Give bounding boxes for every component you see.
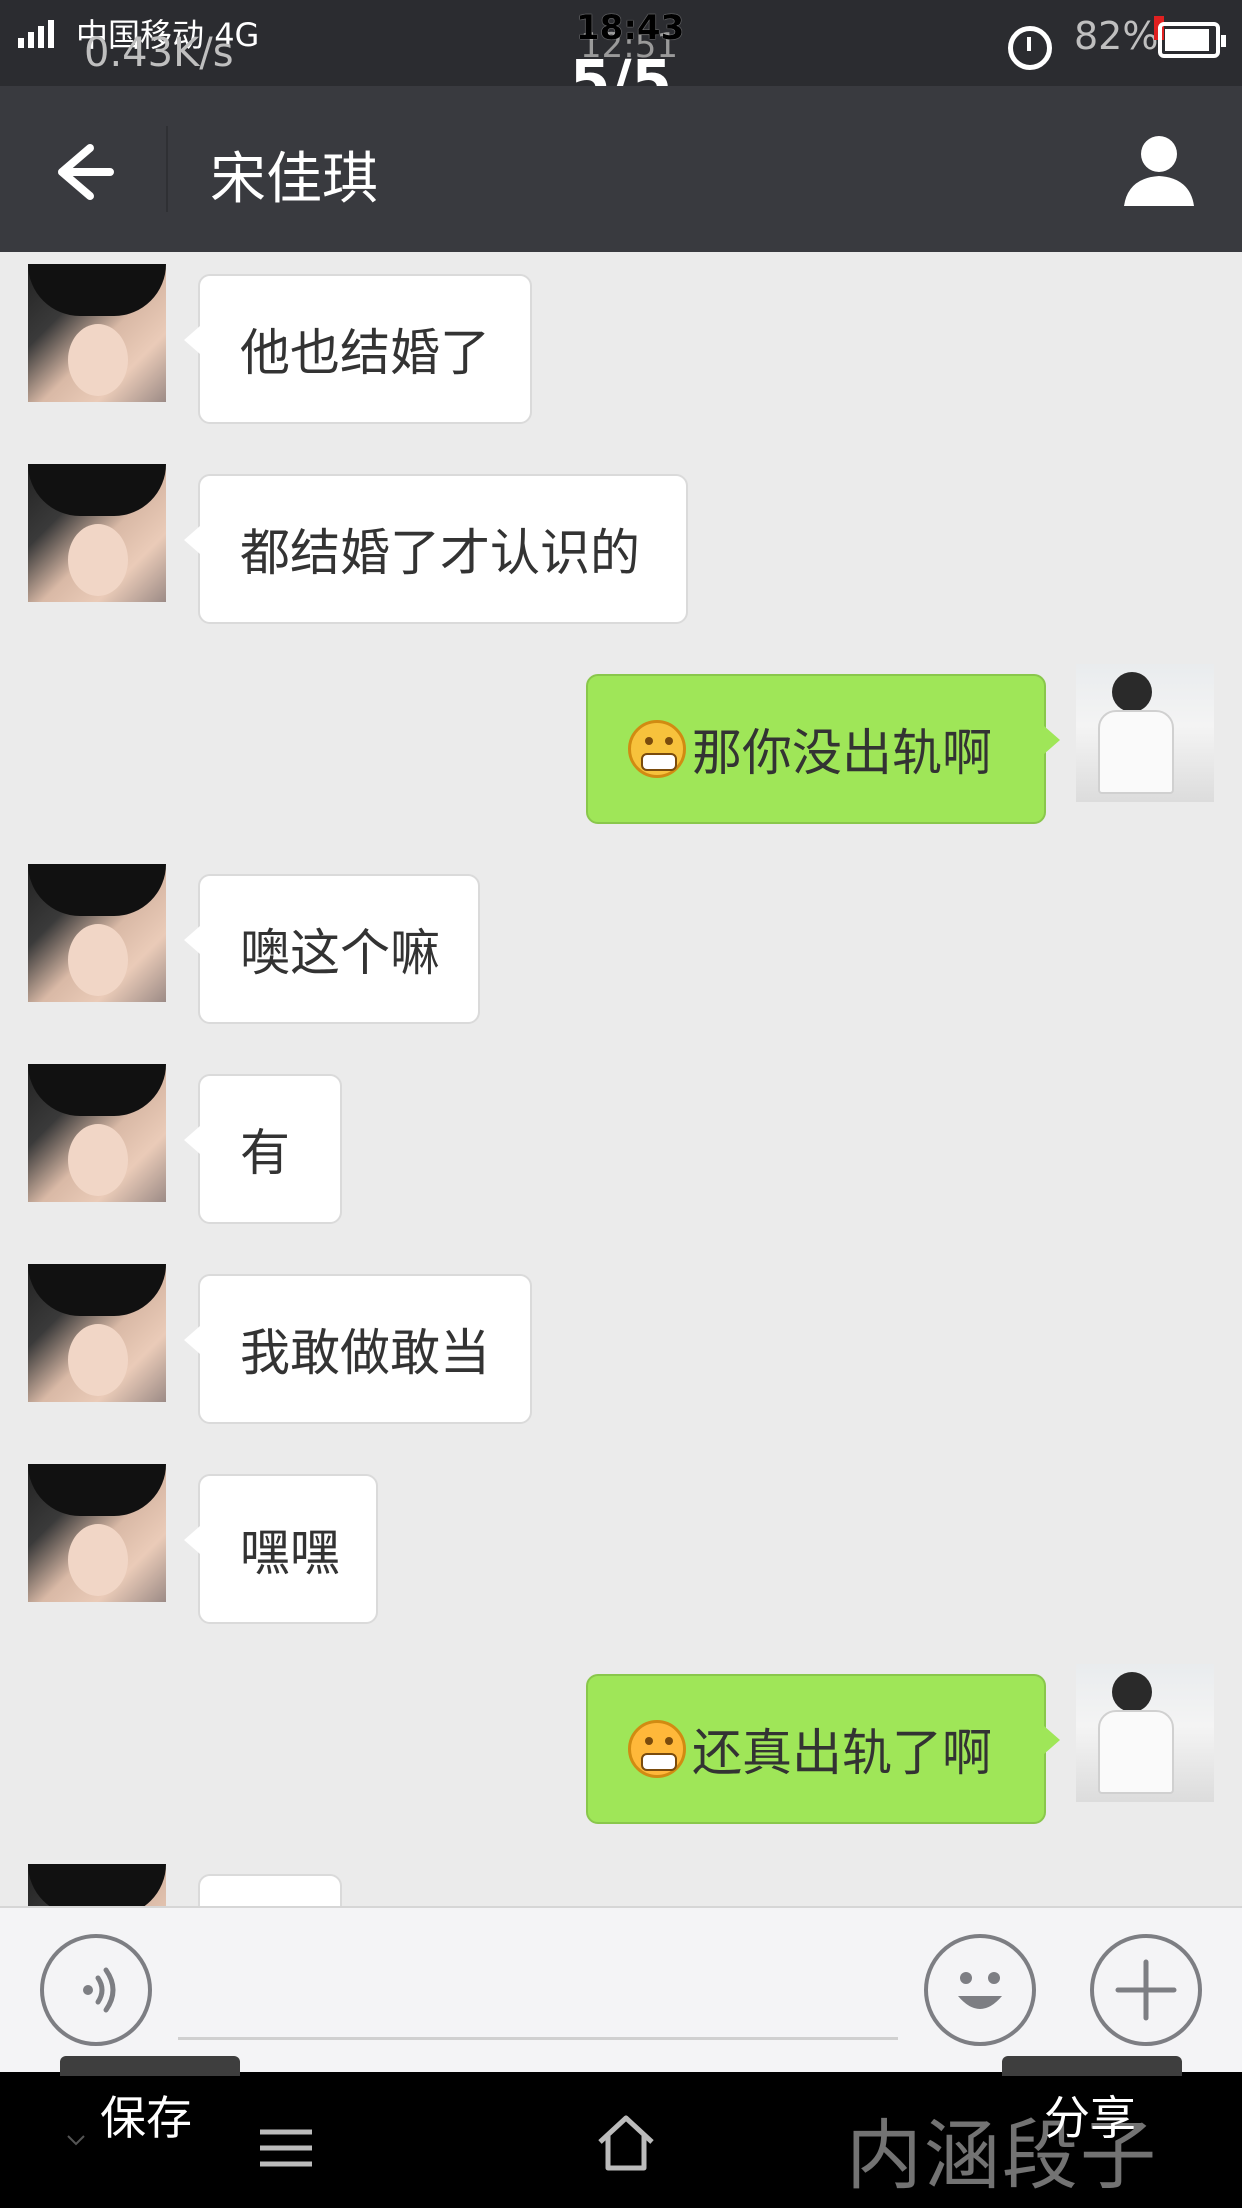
back-button[interactable]	[40, 132, 120, 212]
share-button[interactable]: 分享	[1044, 2082, 1136, 2148]
header-divider	[166, 126, 168, 212]
incoming-bubble[interactable]: 嘿嘿	[184, 1474, 378, 1624]
contact-avatar[interactable]	[28, 1864, 166, 1906]
chat-header: 宋佳琪	[0, 86, 1242, 252]
message-row: 都结婚了才认识的	[0, 464, 1242, 624]
incoming-bubble[interactable]: 有	[184, 1074, 342, 1224]
chevron-down-icon[interactable]	[64, 2128, 88, 2152]
message-row: 嘿嘿	[0, 1464, 1242, 1624]
page-title: 宋佳琪	[210, 147, 378, 212]
message-row: 有	[0, 1064, 1242, 1224]
battery-icon	[1158, 22, 1226, 58]
outgoing-bubble[interactable]: 那你没出轨啊	[586, 674, 1060, 824]
input-bar	[0, 1906, 1242, 2072]
emoji-button[interactable]	[924, 1934, 1036, 2046]
message-text: 都结婚了才认识的	[240, 524, 640, 582]
contact-avatar[interactable]	[28, 264, 166, 402]
status-bar: 中国移动 4G 0.43K/s 12:51 18:43 5/5 82%	[0, 0, 1242, 110]
share-tab	[1002, 2056, 1182, 2076]
arrow-left-icon	[58, 144, 114, 200]
person-icon	[1124, 136, 1194, 206]
contact-avatar[interactable]	[28, 1464, 166, 1602]
awkward-emoji-icon	[628, 1720, 686, 1778]
contact-avatar[interactable]	[28, 464, 166, 602]
message-text: 噢这个嘛	[240, 924, 440, 982]
home-icon[interactable]	[594, 2112, 658, 2172]
contact-avatar[interactable]	[28, 1264, 166, 1402]
more-button[interactable]	[1090, 1934, 1202, 2046]
grin-emoji-icon	[628, 720, 686, 778]
incoming-bubble[interactable]: 都结婚了才认识的	[184, 474, 688, 624]
message-row: 我敢做敢当	[0, 1264, 1242, 1424]
incoming-bubble[interactable]	[198, 1874, 342, 1906]
battery-percent: 82%	[1074, 14, 1159, 58]
outgoing-bubble[interactable]: 还真出轨了啊	[586, 1674, 1060, 1824]
message-text: 那你没出轨啊	[692, 724, 992, 782]
status-time: 18:43	[576, 8, 685, 48]
message-text: 还真出轨了啊	[692, 1724, 992, 1782]
plus-icon	[1115, 1959, 1177, 2021]
message-row: 那你没出轨啊	[0, 664, 1242, 824]
alarm-icon	[1008, 26, 1052, 70]
incoming-bubble[interactable]: 噢这个嘛	[184, 874, 480, 1024]
my-avatar[interactable]	[1076, 664, 1214, 802]
message-input[interactable]	[178, 1938, 898, 2040]
incoming-bubble[interactable]: 他也结婚了	[184, 274, 532, 424]
contact-avatar[interactable]	[28, 864, 166, 1002]
menu-icon[interactable]	[256, 2126, 316, 2170]
save-tab	[60, 2056, 240, 2076]
message-text: 有	[240, 1124, 290, 1182]
message-text: 他也结婚了	[240, 324, 490, 382]
smiley-icon	[958, 1972, 1002, 2009]
chat-area[interactable]: 他也结婚了 都结婚了才认识的 那你没出轨啊 噢这个嘛 有 我敢做敢当 嘿嘿 还真…	[0, 252, 1242, 1906]
profile-button[interactable]	[1114, 126, 1204, 216]
incoming-bubble[interactable]: 我敢做敢当	[184, 1274, 532, 1424]
signal-icon	[18, 18, 54, 48]
message-row: 还真出轨了啊	[0, 1664, 1242, 1824]
my-avatar[interactable]	[1076, 1664, 1214, 1802]
voice-button[interactable]	[40, 1934, 152, 2046]
contact-avatar[interactable]	[28, 1064, 166, 1202]
voice-icon	[83, 1967, 116, 2013]
message-row: 噢这个嘛	[0, 864, 1242, 1024]
message-row	[0, 1864, 1242, 1906]
viewer-toolbar: 保存 内涵段子 分享	[0, 2056, 1242, 2208]
message-text: 我敢做敢当	[240, 1324, 490, 1382]
save-button[interactable]: 保存	[100, 2082, 192, 2148]
message-text: 嘿嘿	[240, 1524, 340, 1582]
net-speed: 0.43K/s	[84, 30, 234, 76]
message-row: 他也结婚了	[0, 264, 1242, 424]
